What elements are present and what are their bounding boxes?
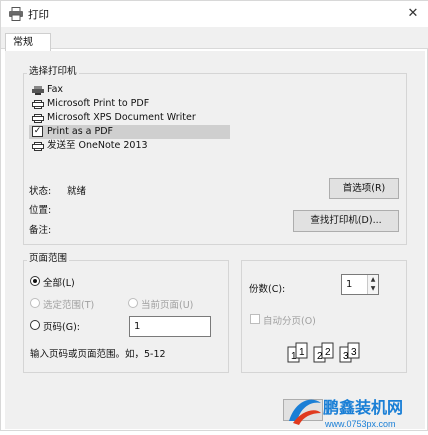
- close-button[interactable]: ✕: [403, 4, 423, 24]
- collate-checkbox[interactable]: [250, 314, 260, 324]
- spin-down-icon[interactable]: ▼: [368, 284, 378, 293]
- print-dialog: 打印 ✕ 常规 选择打印机 Fax Microsoft Print to PDF: [0, 0, 428, 431]
- printer-name: Fax: [47, 84, 64, 95]
- collate-digit: 1: [299, 347, 305, 358]
- status-label: 状态:: [29, 186, 52, 197]
- radio-selection-label[interactable]: 选定范围(T): [43, 297, 94, 311]
- watermark-url: www.0753px.com: [324, 419, 396, 429]
- watermark-swoosh-icon: 鹏鑫装机网 www.0753px.com: [289, 398, 403, 429]
- printer-name: Microsoft Print to PDF: [47, 98, 150, 109]
- printer-icon: [32, 114, 44, 123]
- printer-icon: [32, 100, 44, 109]
- close-icon: ✕: [407, 6, 419, 21]
- printer-list[interactable]: Fax Microsoft Print to PDF Microsoft XPS…: [29, 83, 239, 153]
- page-range-legend: 页面范围: [27, 253, 70, 265]
- location-label: 位置:: [29, 205, 52, 216]
- page-range-hint: 输入页码或页面范围。如，5-12: [30, 349, 166, 360]
- title-bar: 打印 ✕: [1, 1, 428, 27]
- collate-illustration-icon: 1 1 2 2 3 3: [287, 342, 360, 363]
- printer-item-ms-pdf[interactable]: Microsoft Print to PDF: [29, 97, 239, 111]
- watermark-logo: 鹏鑫装机网 www.0753px.com: [281, 391, 428, 432]
- spin-up-icon[interactable]: ▲: [368, 275, 378, 284]
- radio-pages-label[interactable]: 页码(G):: [43, 319, 80, 333]
- radio-selection[interactable]: [30, 298, 40, 308]
- printer-item-ms-xps[interactable]: Microsoft XPS Document Writer: [29, 111, 239, 125]
- default-printer-check-icon: ✓: [32, 126, 43, 137]
- preferences-button[interactable]: 首选项(R): [329, 178, 399, 199]
- radio-pages[interactable]: [30, 320, 40, 330]
- collate-digit: 3: [343, 351, 349, 362]
- printer-item-fax[interactable]: Fax: [29, 83, 239, 97]
- printer-icon: [9, 7, 23, 21]
- radio-current-page-label[interactable]: 当前页面(U): [141, 297, 193, 311]
- watermark-brand: 鹏鑫装机网: [323, 398, 403, 417]
- status-value: 就绪: [67, 186, 87, 197]
- printer-name: Microsoft XPS Document Writer: [47, 112, 196, 123]
- pages-input[interactable]: 1: [129, 316, 211, 337]
- radio-current-page[interactable]: [128, 298, 138, 308]
- comment-label: 备注:: [29, 225, 52, 236]
- radio-all[interactable]: [30, 276, 40, 286]
- collate-digit: 1: [291, 351, 297, 362]
- collate-digit: 2: [325, 347, 331, 358]
- copies-label: 份数(C):: [249, 284, 286, 295]
- printer-name: 发送至 OneNote 2013: [47, 140, 148, 151]
- printer-group-legend: 选择打印机: [27, 66, 79, 78]
- copies-spinner[interactable]: ▲ ▼: [367, 275, 378, 294]
- collate-label[interactable]: 自动分页(O): [263, 313, 316, 327]
- fax-printer-icon: [32, 86, 44, 95]
- printer-name: Print as a PDF: [47, 126, 114, 137]
- collate-digit: 2: [317, 351, 323, 362]
- printer-item-print-as-pdf[interactable]: ✓ Print as a PDF: [29, 125, 230, 139]
- printer-icon: [32, 142, 44, 151]
- printer-item-onenote[interactable]: 发送至 OneNote 2013: [29, 139, 239, 153]
- find-printer-button[interactable]: 查找打印机(D)...: [293, 210, 399, 232]
- tab-general[interactable]: 常规: [5, 33, 51, 52]
- collate-digit: 3: [351, 347, 357, 358]
- tab-strip: [1, 27, 428, 49]
- window-title: 打印: [28, 9, 49, 21]
- radio-all-label[interactable]: 全部(L): [43, 275, 75, 289]
